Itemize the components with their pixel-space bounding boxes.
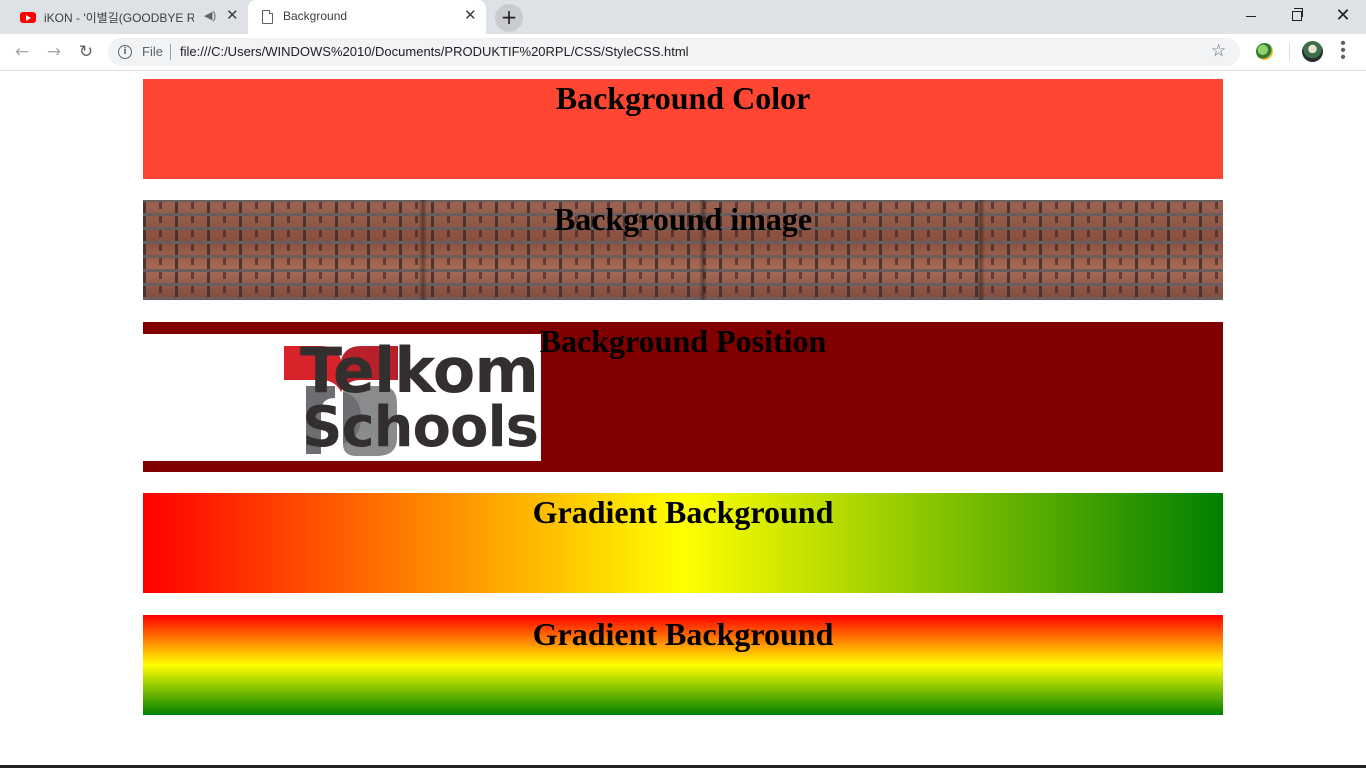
restore-icon bbox=[1292, 8, 1303, 22]
tab-ikon-youtube[interactable]: iKON - '이별길(GOODBYE RO ◀) ✕ bbox=[8, 0, 246, 34]
box-heading: Background Color bbox=[555, 80, 811, 116]
document-icon bbox=[260, 10, 276, 24]
tab-strip: iKON - '이별길(GOODBYE RO ◀) ✕ Background ✕… bbox=[0, 0, 1366, 34]
divider bbox=[170, 44, 171, 60]
info-icon[interactable]: i bbox=[118, 45, 132, 59]
box-heading: Background Position bbox=[539, 323, 827, 359]
close-window-button[interactable]: ✕ bbox=[1320, 0, 1366, 30]
browser-toolbar: ← → ↻ i File file:///C:/Users/WINDOWS%20… bbox=[0, 34, 1366, 71]
back-button[interactable]: ← bbox=[8, 38, 36, 66]
minimize-icon bbox=[1246, 15, 1256, 17]
restore-button[interactable] bbox=[1274, 0, 1320, 30]
url-text[interactable]: file:///C:/Users/WINDOWS%2010/Documents/… bbox=[180, 44, 689, 59]
box-heading: Gradient Background bbox=[532, 494, 834, 530]
tab-title: iKON - '이별길(GOODBYE RO bbox=[44, 11, 194, 25]
address-bar[interactable]: i File file:///C:/Users/WINDOWS%2010/Doc… bbox=[108, 38, 1240, 66]
bookmark-star-icon[interactable]: ☆ bbox=[1211, 41, 1226, 61]
youtube-icon bbox=[20, 10, 36, 24]
scheme-label: File bbox=[142, 44, 163, 59]
tab-background[interactable]: Background ✕ bbox=[248, 0, 486, 34]
minimize-button[interactable] bbox=[1228, 0, 1274, 30]
profile-avatar[interactable] bbox=[1302, 41, 1323, 62]
reload-button[interactable]: ↻ bbox=[72, 38, 100, 66]
vertical-gradient-box: Gradient Background bbox=[143, 615, 1223, 715]
background-image-box: Background image bbox=[143, 200, 1223, 300]
tab-title: Background bbox=[283, 9, 348, 23]
close-tab-icon[interactable]: ✕ bbox=[464, 8, 477, 24]
speaker-icon[interactable]: ◀) bbox=[204, 9, 216, 22]
menu-kebab-icon[interactable]: • • • bbox=[1336, 36, 1350, 66]
background-position-box: Telkom Schools Background Position bbox=[143, 322, 1223, 472]
box-heading: Gradient Background bbox=[532, 616, 834, 652]
page-content: Background Color Background image Telkom… bbox=[0, 71, 1366, 768]
forward-button[interactable]: → bbox=[40, 38, 68, 66]
horizontal-gradient-box: Gradient Background bbox=[143, 493, 1223, 593]
background-color-box: Background Color bbox=[143, 79, 1223, 179]
close-tab-icon[interactable]: ✕ bbox=[226, 8, 239, 24]
extension-globe-icon[interactable] bbox=[1256, 43, 1273, 60]
box-heading: Background image bbox=[553, 201, 813, 237]
logo-text-schools: Schools bbox=[302, 395, 539, 460]
new-tab-button[interactable]: + bbox=[495, 4, 523, 32]
divider bbox=[1289, 43, 1290, 61]
